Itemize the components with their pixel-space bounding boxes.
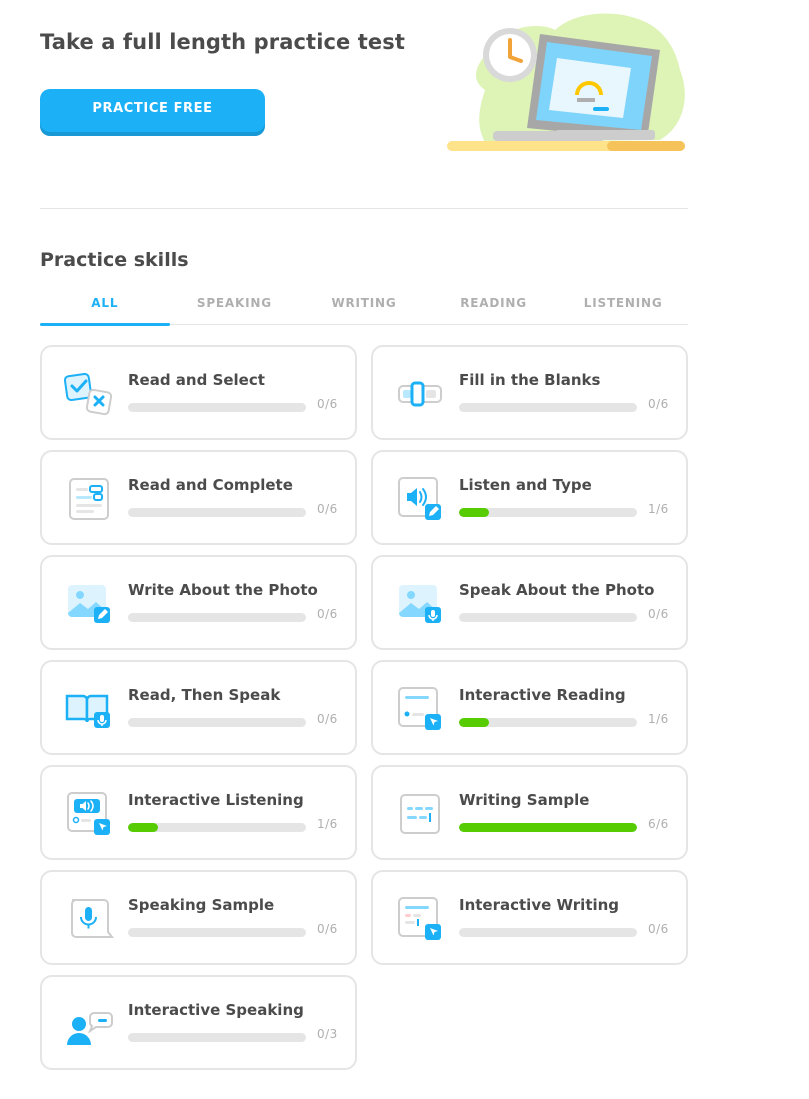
skill-card-interactive-listening[interactable]: Interactive Listening 1/6 [40,765,357,860]
skill-card-interactive-writing[interactable]: Interactive Writing 0/6 [371,870,688,965]
progress-count: 0/3 [317,1027,338,1041]
progress-fill [128,823,158,832]
skill-card-write-about-the-photo[interactable]: Write About the Photo 0/6 [40,555,357,650]
progress-count: 0/6 [648,397,669,411]
page-cursor-icon [398,687,441,730]
practice-skills-title: Practice skills [40,249,189,271]
progress-bar [459,928,637,937]
progress-bar [128,508,306,517]
section-divider [40,208,688,209]
tab-listening[interactable]: LISTENING [558,290,688,324]
skill-title: Interactive Speaking [128,1001,304,1019]
skill-card-interactive-reading[interactable]: Interactive Reading 1/6 [371,660,688,755]
skill-title: Read and Select [128,371,265,389]
skill-title: Read and Complete [128,476,293,494]
skill-title: Writing Sample [459,791,590,809]
skill-title: Speak About the Photo [459,581,655,599]
practice-free-button[interactable]: PRACTICE FREE [40,89,265,132]
skill-card-speaking-sample[interactable]: Speaking Sample 0/6 [40,870,357,965]
skill-title: Interactive Listening [128,791,304,809]
mic-bubble-icon [71,899,114,938]
photo-pencil-icon [68,585,110,623]
progress-count: 0/6 [648,607,669,621]
checkbox-icon [64,372,113,416]
hero-title: Take a full length practice test [40,30,406,54]
speaker-pencil-icon [398,477,441,520]
skill-card-fill-in-the-blanks[interactable]: Fill in the Blanks 0/6 [371,345,688,440]
progress-bar [459,823,637,832]
skill-title: Speaking Sample [128,896,275,914]
progress-count: 0/6 [317,397,338,411]
blanks-icon [398,381,442,407]
progress-count: 0/6 [317,502,338,516]
skill-card-read-and-select[interactable]: Read and Select 0/6 [40,345,357,440]
skill-card-read-and-complete[interactable]: Read and Complete 0/6 [40,450,357,545]
page-lines-cursor-icon [398,897,441,940]
tab-speaking[interactable]: SPEAKING [170,290,300,324]
skill-card-speak-about-the-photo[interactable]: Speak About the Photo 0/6 [371,555,688,650]
progress-bar [128,928,306,937]
skill-tabs: ALL SPEAKING WRITING READING LISTENING [40,290,688,326]
skill-card-read-then-speak[interactable]: Read, Then Speak 0/6 [40,660,357,755]
photo-mic-icon [399,585,441,623]
progress-bar [128,613,306,622]
skills-grid: Read and Select 0/6 Fill in the Blanks 0… [40,345,688,1070]
progress-bar [459,613,637,622]
progress-fill [459,508,489,517]
progress-bar [128,403,306,412]
document-icon [69,478,109,520]
book-mic-icon [65,694,110,728]
progress-fill [459,718,489,727]
progress-count: 6/6 [648,817,669,831]
progress-bar [459,403,637,412]
tab-writing[interactable]: WRITING [299,290,429,324]
progress-bar [128,718,306,727]
progress-bar [128,823,306,832]
person-bubble-icon [67,1012,113,1045]
skill-card-interactive-speaking[interactable]: Interactive Speaking 0/3 [40,975,357,1070]
tab-reading[interactable]: READING [429,290,559,324]
skill-title: Interactive Reading [459,686,626,704]
speaker-cursor-icon [67,792,110,835]
skill-title: Read, Then Speak [128,686,281,704]
progress-bar [459,718,637,727]
skill-title: Write About the Photo [128,581,318,599]
progress-count: 1/6 [648,712,669,726]
progress-count: 0/6 [648,922,669,936]
tab-all[interactable]: ALL [40,290,170,326]
progress-bar [459,508,637,517]
skill-title: Interactive Writing [459,896,620,914]
skill-title: Listen and Type [459,476,592,494]
progress-count: 0/6 [317,712,338,726]
skill-card-listen-and-type[interactable]: Listen and Type 1/6 [371,450,688,545]
progress-count: 0/6 [317,607,338,621]
progress-bar [128,1033,306,1042]
progress-count: 1/6 [648,502,669,516]
progress-count: 1/6 [317,817,338,831]
text-lines-icon [400,794,440,834]
progress-count: 0/6 [317,922,338,936]
progress-fill [459,823,637,832]
skill-card-writing-sample[interactable]: Writing Sample 6/6 [371,765,688,860]
skill-title: Fill in the Blanks [459,371,601,389]
laptop-clock-illustration-icon [447,13,685,151]
